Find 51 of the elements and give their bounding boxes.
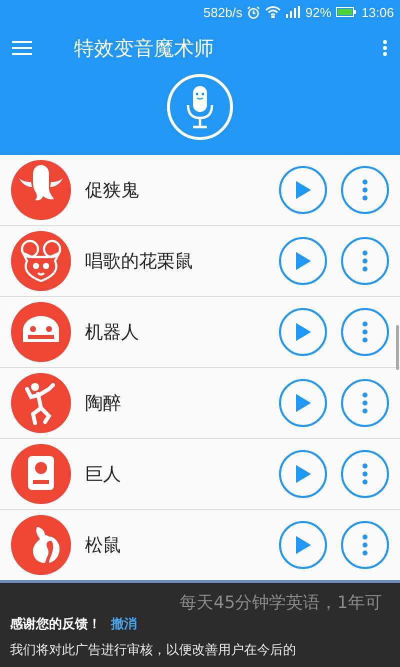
microphone-icon bbox=[186, 85, 214, 129]
more-button[interactable] bbox=[341, 237, 389, 285]
feedback-title: 感谢您的反馈！ bbox=[10, 616, 101, 633]
ad-headline: 每天45分钟学英语，1年可 bbox=[180, 592, 382, 614]
more-button[interactable] bbox=[341, 166, 389, 214]
more-options-icon[interactable] bbox=[382, 39, 388, 57]
effect-name: 机器人 bbox=[85, 321, 140, 344]
more-options-icon bbox=[362, 250, 368, 272]
more-options-icon bbox=[362, 392, 368, 414]
more-options-icon bbox=[362, 463, 368, 485]
effect-name: 松鼠 bbox=[85, 534, 122, 557]
effect-name: 唱歌的花栗鼠 bbox=[85, 250, 194, 273]
more-button[interactable] bbox=[341, 521, 389, 569]
battery-icon bbox=[336, 7, 356, 17]
more-options-icon bbox=[362, 321, 368, 343]
more-options-icon bbox=[362, 179, 368, 201]
play-button[interactable] bbox=[279, 379, 327, 427]
app-title: 特效变音魔术师 bbox=[74, 34, 215, 62]
more-button[interactable] bbox=[341, 450, 389, 498]
speaker-icon bbox=[28, 456, 54, 490]
play-button[interactable] bbox=[279, 521, 327, 569]
menu-icon[interactable] bbox=[12, 41, 32, 55]
clock-time: 13:06 bbox=[361, 4, 394, 20]
dancer-icon bbox=[25, 383, 55, 425]
effect-name: 陶醉 bbox=[85, 392, 122, 415]
play-icon bbox=[294, 535, 312, 555]
play-icon bbox=[294, 393, 312, 413]
undo-link[interactable]: 撤消 bbox=[111, 615, 137, 633]
play-button[interactable] bbox=[279, 308, 327, 356]
signal-icon bbox=[286, 6, 300, 18]
play-icon bbox=[294, 322, 312, 342]
chipmunk-icon bbox=[20, 240, 62, 282]
more-button[interactable] bbox=[341, 379, 389, 427]
scrollbar bbox=[396, 325, 399, 370]
wifi-icon bbox=[265, 6, 282, 18]
robot-icon bbox=[23, 316, 59, 342]
play-icon bbox=[294, 464, 312, 484]
play-button[interactable] bbox=[279, 450, 327, 498]
record-button[interactable] bbox=[167, 74, 233, 140]
play-icon bbox=[294, 251, 312, 271]
alarm-icon bbox=[247, 6, 260, 18]
play-button[interactable] bbox=[279, 166, 327, 214]
feedback-message: 我们将对此广告进行审核，以便改善用户在今后的 bbox=[10, 642, 296, 659]
play-icon bbox=[294, 180, 312, 200]
effect-name: 促狭鬼 bbox=[85, 179, 140, 202]
more-options-icon bbox=[362, 534, 368, 556]
network-speed: 582b/s bbox=[203, 4, 242, 20]
battery-percent: 92% bbox=[305, 4, 332, 20]
play-button[interactable] bbox=[279, 237, 327, 285]
more-button[interactable] bbox=[341, 308, 389, 356]
effect-name: 巨人 bbox=[85, 463, 122, 486]
